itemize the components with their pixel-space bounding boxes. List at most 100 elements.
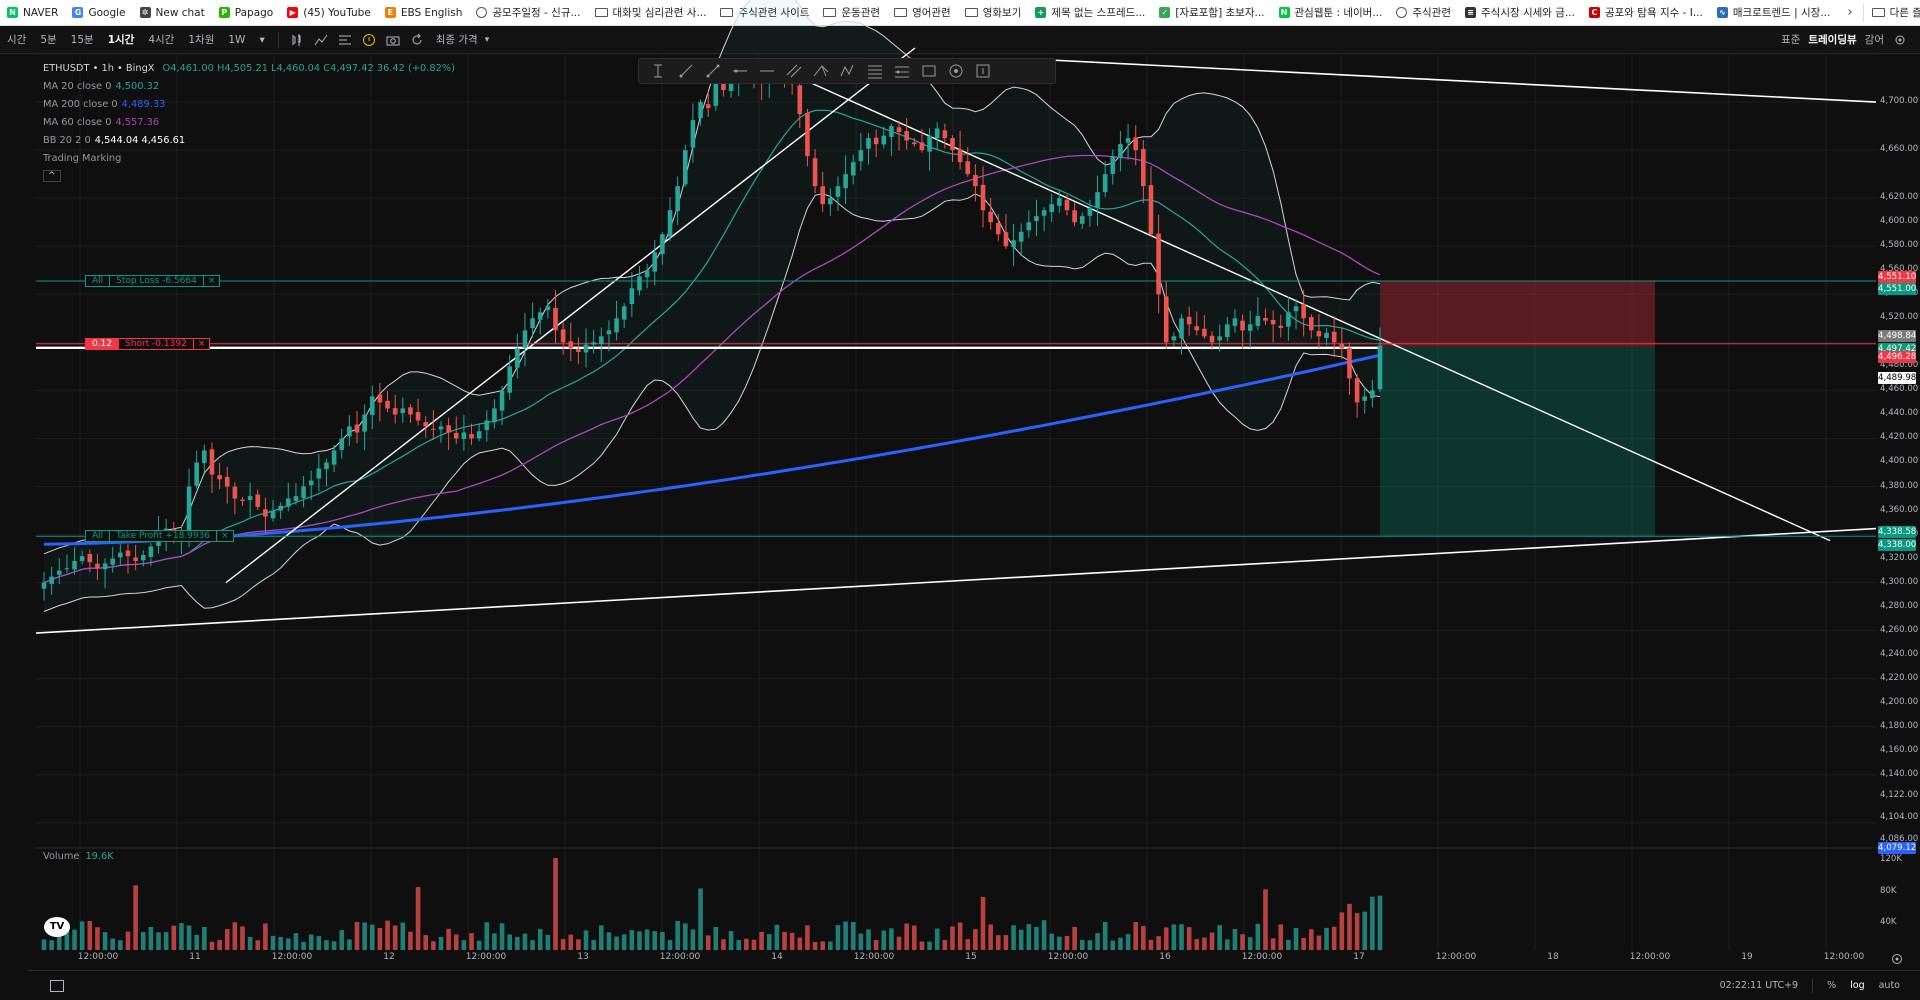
candle-body[interactable] xyxy=(1316,331,1322,337)
candle-body[interactable] xyxy=(568,341,574,349)
candle-body[interactable] xyxy=(1034,216,1039,221)
candle-body[interactable] xyxy=(1202,328,1207,337)
candle-body[interactable] xyxy=(1347,348,1352,379)
candle-body[interactable] xyxy=(339,438,345,450)
candle-body[interactable] xyxy=(1209,335,1215,343)
candle-body[interactable] xyxy=(1125,138,1131,143)
indicator-label[interactable]: MA 200 close 0 xyxy=(43,99,118,110)
candle-body[interactable] xyxy=(1118,144,1123,158)
candle-body[interactable] xyxy=(453,432,459,439)
candle-body[interactable] xyxy=(125,550,131,557)
candle-body[interactable] xyxy=(438,426,444,430)
candle-body[interactable] xyxy=(1240,320,1245,331)
candle-body[interactable] xyxy=(957,149,963,163)
candle-body[interactable] xyxy=(934,128,940,138)
candle-body[interactable] xyxy=(1079,216,1085,224)
candle-body[interactable] xyxy=(133,557,138,562)
candle-body[interactable] xyxy=(102,563,108,570)
candle-body[interactable] xyxy=(1324,332,1329,338)
indicator-row[interactable]: MA 200 close 0 4,489.33 xyxy=(43,99,165,110)
candle-body[interactable] xyxy=(1003,232,1009,247)
candle-body[interactable] xyxy=(217,475,222,480)
indicator-row[interactable]: MA 60 close 0 4,557.36 xyxy=(43,117,159,128)
candle-body[interactable] xyxy=(919,142,925,151)
candle-body[interactable] xyxy=(186,486,192,530)
candle-body[interactable] xyxy=(392,408,398,415)
close-icon[interactable]: × xyxy=(194,339,210,349)
candle-body[interactable] xyxy=(614,318,619,333)
candle-body[interactable] xyxy=(644,270,650,278)
candle-body[interactable] xyxy=(1102,174,1108,193)
candle-body[interactable] xyxy=(797,85,803,115)
candle-body[interactable] xyxy=(560,329,566,343)
candle-body[interactable] xyxy=(973,174,978,187)
candle-body[interactable] xyxy=(988,211,993,223)
candle-body[interactable] xyxy=(224,476,230,487)
candle-body[interactable] xyxy=(629,288,635,305)
candle-body[interactable] xyxy=(1041,210,1047,216)
candle-body[interactable] xyxy=(583,344,589,353)
candle-body[interactable] xyxy=(889,126,894,137)
candle-body[interactable] xyxy=(362,414,367,432)
candle-body[interactable] xyxy=(140,554,146,561)
order-all-toggle[interactable]: All xyxy=(86,275,111,286)
stop_loss-order-box[interactable]: All Stop Loss -6.5664 × xyxy=(85,274,221,287)
candle-body[interactable] xyxy=(965,161,971,175)
candle-body[interactable] xyxy=(293,496,299,501)
candle-body[interactable] xyxy=(705,104,711,109)
fib-retracement-icon[interactable] xyxy=(865,61,884,81)
candle-body[interactable] xyxy=(1308,317,1314,331)
candle-body[interactable] xyxy=(79,556,85,562)
candle-body[interactable] xyxy=(1286,312,1291,327)
calendar-icon[interactable] xyxy=(50,979,64,992)
indicator-label[interactable]: BB 20 2 0 xyxy=(43,135,91,146)
candle-body[interactable] xyxy=(537,312,543,320)
candle-body[interactable] xyxy=(858,150,864,162)
candle-body[interactable] xyxy=(56,570,62,575)
candle-body[interactable] xyxy=(713,84,719,106)
candle-body[interactable] xyxy=(950,138,955,151)
symbol-title[interactable]: ETHUSDT • 1h • BingX xyxy=(43,63,155,74)
candle-body[interactable] xyxy=(1370,390,1375,398)
candle-body[interactable] xyxy=(545,306,551,311)
candle-body[interactable] xyxy=(675,186,680,212)
candle-body[interactable] xyxy=(1141,149,1146,187)
candle-body[interactable] xyxy=(415,412,421,421)
candle-body[interactable] xyxy=(1232,318,1238,326)
candle-body[interactable] xyxy=(942,130,948,139)
candle-body[interactable] xyxy=(484,420,490,431)
candle-body[interactable] xyxy=(873,137,879,145)
candle-body[interactable] xyxy=(850,162,856,176)
candle-body[interactable] xyxy=(1087,207,1093,216)
take_profit-order-box[interactable]: All Take Profit +18.9936 × xyxy=(85,530,234,543)
collapse-legend-icon[interactable]: ^ xyxy=(48,171,56,181)
candle-body[interactable] xyxy=(690,120,696,148)
log-toggle[interactable]: log xyxy=(1850,980,1864,991)
zigzag-icon[interactable] xyxy=(838,61,857,81)
candle-body[interactable] xyxy=(1026,222,1032,231)
candle-body[interactable] xyxy=(1362,396,1368,401)
candle-body[interactable] xyxy=(431,428,436,430)
candle-body[interactable] xyxy=(1133,137,1139,151)
candle-body[interactable] xyxy=(1171,336,1177,341)
candle-body[interactable] xyxy=(843,174,848,189)
candle-body[interactable] xyxy=(912,142,917,145)
candle-body[interactable] xyxy=(1110,156,1116,174)
candle-body[interactable] xyxy=(553,307,558,331)
candle-body[interactable] xyxy=(240,499,245,501)
candle-body[interactable] xyxy=(194,462,199,486)
note-icon[interactable] xyxy=(973,61,992,81)
rectangle-icon[interactable] xyxy=(919,61,938,81)
candle-body[interactable] xyxy=(1186,316,1192,325)
candle-body[interactable] xyxy=(1095,192,1100,208)
volume-legend[interactable]: Volume 19.6K xyxy=(43,851,114,862)
price-chart[interactable] xyxy=(0,0,1920,1000)
ray-icon[interactable] xyxy=(676,61,695,81)
candle-body[interactable] xyxy=(87,553,93,563)
candle-body[interactable] xyxy=(324,462,329,470)
candle-body[interactable] xyxy=(805,112,810,157)
candle-body[interactable] xyxy=(461,432,467,439)
candle-body[interactable] xyxy=(812,158,818,187)
candle-body[interactable] xyxy=(263,509,268,517)
candle-body[interactable] xyxy=(881,135,887,145)
